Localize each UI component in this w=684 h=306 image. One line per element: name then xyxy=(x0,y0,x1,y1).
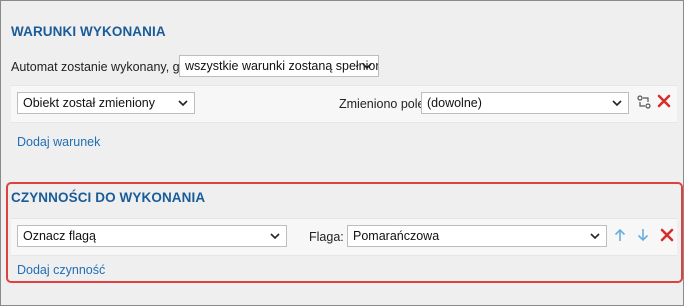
conditions-intro-label: Automat zostanie wykonany, gdy xyxy=(11,60,193,74)
field-value: (dowolne) xyxy=(427,96,482,110)
swap-icon[interactable] xyxy=(637,95,651,109)
conditions-title: WARUNKI WYKONANIA xyxy=(11,24,166,39)
condition-mode-select[interactable]: wszystkie warunki zostaną spełnione xyxy=(179,55,379,77)
automation-panel: WARUNKI WYKONANIA Automat zostanie wykon… xyxy=(0,0,684,306)
field-select[interactable]: (dowolne) xyxy=(421,92,629,114)
chevron-down-icon xyxy=(362,63,372,70)
chevron-down-icon xyxy=(612,100,622,107)
chevron-down-icon xyxy=(178,100,188,107)
field-label: Zmieniono pole: xyxy=(339,97,428,111)
add-condition-link[interactable]: Dodaj warunek xyxy=(17,135,100,149)
condition-event-value: Obiekt został zmieniony xyxy=(23,96,156,110)
condition-event-select[interactable]: Obiekt został zmieniony xyxy=(17,92,195,114)
condition-mode-value: wszystkie warunki zostaną spełnione xyxy=(185,59,379,73)
delete-condition-icon[interactable] xyxy=(657,94,671,108)
actions-highlight-frame xyxy=(6,182,683,283)
